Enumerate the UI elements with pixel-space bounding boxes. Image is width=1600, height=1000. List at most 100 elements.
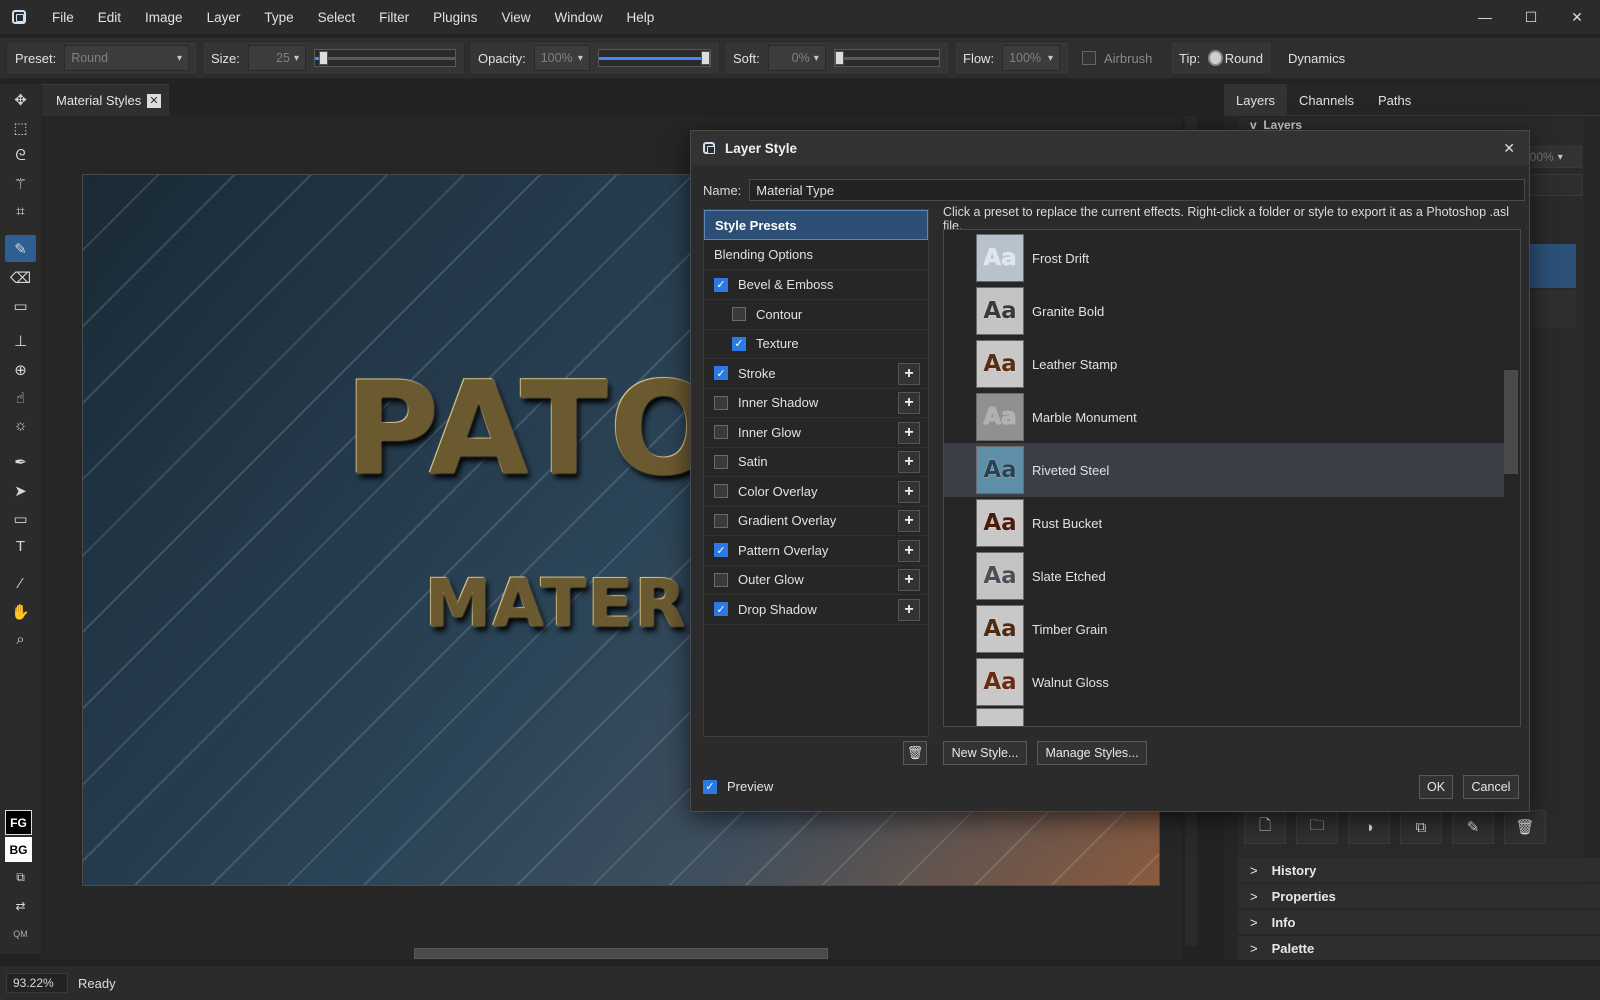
add-effect-icon[interactable]: +: [898, 451, 920, 473]
lasso-icon[interactable]: ᘓ: [5, 142, 36, 169]
section-info[interactable]: > Info: [1238, 910, 1600, 934]
effect-checkbox[interactable]: [714, 572, 728, 587]
zoom-icon[interactable]: ⌕: [5, 626, 36, 653]
cancel-button[interactable]: Cancel: [1463, 775, 1519, 799]
add-effect-icon[interactable]: +: [898, 421, 920, 444]
eraser-icon[interactable]: ⌫: [5, 264, 36, 291]
preset-row[interactable]: Aa Riveted Steel: [944, 443, 1504, 497]
effect-contour[interactable]: Contour: [704, 300, 928, 330]
duplicate-layer-icon[interactable]: ⧉: [1400, 810, 1442, 844]
close-icon[interactable]: ✕: [1503, 140, 1515, 157]
path-select-icon[interactable]: ➤: [5, 477, 36, 504]
add-effect-icon[interactable]: +: [898, 539, 920, 562]
scrollbar-thumb[interactable]: [414, 948, 828, 959]
crop-icon[interactable]: ⌗: [5, 198, 36, 225]
marquee-icon[interactable]: ⬚: [5, 114, 36, 141]
blending-options-item[interactable]: Blending Options: [704, 240, 928, 270]
effect-checkbox[interactable]: [732, 307, 746, 321]
section-properties[interactable]: > Properties: [1238, 884, 1600, 908]
effect-checkbox[interactable]: [714, 454, 728, 469]
ok-button[interactable]: OK: [1419, 775, 1453, 799]
move-icon[interactable]: ✥: [5, 86, 36, 113]
delete-layer-icon[interactable]: 🗑: [1504, 810, 1546, 844]
healing-icon[interactable]: ⊕: [5, 356, 36, 383]
preset-row[interactable]: Aa Granite Bold: [944, 284, 1504, 338]
background-color-swatch[interactable]: BG: [5, 837, 32, 862]
dialog-titlebar[interactable]: Layer Style ✕: [691, 131, 1529, 165]
preset-scrollbar-thumb[interactable]: [1504, 370, 1518, 474]
effect-checkbox[interactable]: [714, 395, 728, 410]
tab-paths[interactable]: Paths: [1366, 84, 1423, 116]
adjustment-layer-icon[interactable]: ◑: [1348, 810, 1390, 844]
menu-help[interactable]: Help: [614, 10, 666, 25]
effect-inner-shadow[interactable]: Inner Shadow +: [704, 388, 928, 418]
swap-colors-icon[interactable]: ⇄: [5, 892, 36, 919]
gradient-icon[interactable]: ▭: [5, 292, 36, 319]
soft-combo[interactable]: 0% ▾: [767, 45, 826, 71]
flow-combo[interactable]: 100% ▾: [1002, 45, 1061, 71]
pen-icon[interactable]: ✒: [5, 448, 36, 475]
add-effect-icon[interactable]: +: [898, 480, 920, 503]
effect-stroke[interactable]: ✓ Stroke +: [704, 359, 928, 389]
effect-satin[interactable]: Satin +: [704, 447, 928, 477]
effect-checkbox[interactable]: [714, 425, 728, 439]
add-effect-icon[interactable]: +: [898, 598, 920, 621]
size-combo[interactable]: 25 ▾: [247, 45, 307, 71]
tab-layers[interactable]: Layers: [1224, 84, 1288, 116]
smudge-icon[interactable]: ☝: [5, 384, 36, 411]
new-layer-icon[interactable]: 🗋: [1244, 810, 1286, 844]
magic-wand-icon[interactable]: ⚚: [5, 170, 36, 197]
tip-preview-icon[interactable]: [1208, 50, 1223, 66]
size-slider[interactable]: [314, 49, 456, 67]
new-group-icon[interactable]: 🗀: [1296, 810, 1338, 844]
add-effect-icon[interactable]: +: [898, 392, 920, 414]
type-icon[interactable]: T: [5, 533, 36, 560]
preview-checkbox[interactable]: ✓: [703, 779, 717, 794]
stamp-icon[interactable]: ⊥: [5, 327, 36, 354]
foreground-color-swatch[interactable]: FG: [5, 810, 32, 835]
effect-checkbox[interactable]: ✓: [714, 277, 728, 292]
effect-checkbox[interactable]: ✓: [714, 366, 728, 380]
manage-styles-button[interactable]: Manage Styles...: [1037, 741, 1147, 765]
add-effect-icon[interactable]: +: [898, 569, 920, 591]
preset-row[interactable]: Aa Frost Drift: [944, 231, 1504, 285]
hand-icon[interactable]: ✋: [5, 598, 36, 625]
menu-view[interactable]: View: [489, 10, 542, 25]
preset-row[interactable]: Aa Timber Grain: [944, 602, 1504, 656]
effect-gradient-overlay[interactable]: Gradient Overlay +: [704, 506, 928, 536]
add-effect-icon[interactable]: +: [898, 510, 920, 532]
menu-window[interactable]: Window: [542, 10, 614, 25]
menu-image[interactable]: Image: [133, 10, 195, 25]
opacity-combo[interactable]: 100% ▾: [533, 45, 590, 71]
preset-row[interactable]: Aa Rust Bucket: [944, 496, 1504, 550]
close-icon[interactable]: ✕: [147, 94, 161, 108]
maximize-icon[interactable]: ☐: [1508, 0, 1554, 34]
preset-row[interactable]: Aa Leather Stamp: [944, 337, 1504, 391]
menu-file[interactable]: File: [40, 10, 86, 25]
section-history[interactable]: > History: [1238, 858, 1600, 882]
edit-layer-icon[interactable]: ✎: [1452, 810, 1494, 844]
preset-row[interactable]: Aa Slate Etched: [944, 549, 1504, 603]
effect-bevel-emboss[interactable]: ✓ Bevel & Emboss: [704, 270, 928, 300]
effect-checkbox[interactable]: ✓: [732, 336, 746, 351]
opacity-slider[interactable]: [597, 49, 711, 67]
quick-mask-button[interactable]: QM: [5, 920, 36, 947]
effect-outer-glow[interactable]: Outer Glow +: [704, 565, 928, 595]
close-icon[interactable]: ✕: [1554, 0, 1600, 34]
airbrush-checkbox[interactable]: [1082, 51, 1096, 65]
preset-combo[interactable]: Round ▾: [64, 45, 189, 71]
effect-checkbox[interactable]: ✓: [714, 602, 728, 616]
eyedropper-icon[interactable]: ⁄: [5, 570, 36, 597]
effect-texture[interactable]: ✓ Texture: [704, 329, 928, 359]
effect-drop-shadow[interactable]: ✓ Drop Shadow +: [704, 595, 928, 625]
menu-edit[interactable]: Edit: [86, 10, 133, 25]
minimize-icon[interactable]: —: [1462, 0, 1508, 34]
effect-color-overlay[interactable]: Color Overlay +: [704, 477, 928, 507]
menu-filter[interactable]: Filter: [367, 10, 421, 25]
soft-slider[interactable]: [833, 49, 940, 67]
dynamics-button[interactable]: Dynamics: [1276, 51, 1357, 66]
menu-layer[interactable]: Layer: [195, 10, 253, 25]
section-palette[interactable]: > Palette: [1238, 936, 1600, 960]
preset-row[interactable]: Aa Marble Monument: [944, 390, 1504, 444]
effect-pattern-overlay[interactable]: ✓ Pattern Overlay +: [704, 536, 928, 566]
